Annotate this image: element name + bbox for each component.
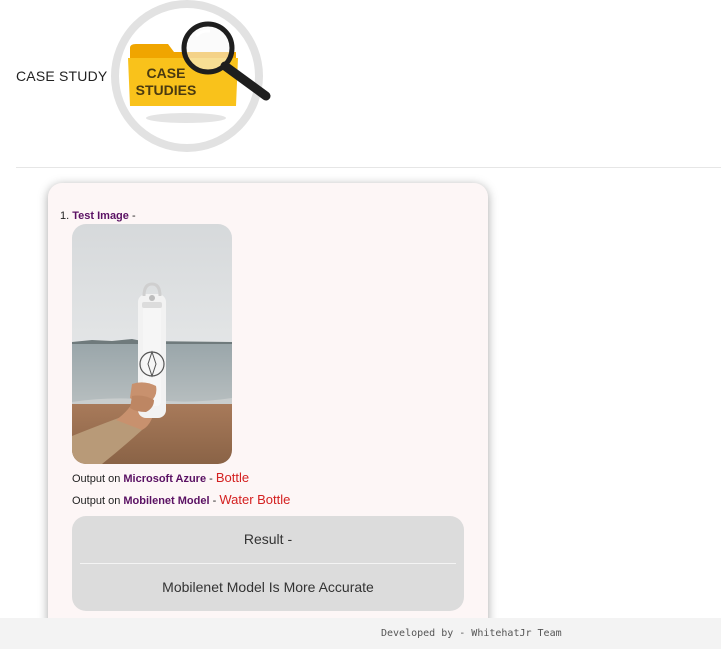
magnifier-folder-icon: CASE STUDIES bbox=[111, 0, 271, 152]
case-studies-logo: CASE STUDIES bbox=[108, 0, 278, 156]
logo-text-studies: STUDIES bbox=[136, 82, 197, 98]
test-image bbox=[72, 224, 232, 464]
output-line-azure: Output on Microsoft Azure - Bottle bbox=[72, 470, 249, 485]
output-prefix: Output on bbox=[72, 473, 124, 485]
test-image-suffix: - bbox=[128, 210, 136, 222]
output-value: Water Bottle bbox=[219, 492, 291, 507]
output-separator: - bbox=[209, 495, 220, 507]
water-bottle-photo bbox=[72, 224, 232, 464]
output-prefix: Output on bbox=[72, 495, 124, 507]
result-text: Mobilenet Model Is More Accurate bbox=[162, 579, 374, 595]
case-study-card: 1. Test Image - Output on Microsoft Azur… bbox=[48, 183, 488, 649]
test-image-heading: 1. Test Image - bbox=[60, 210, 136, 222]
result-title: Result - bbox=[243, 531, 293, 547]
output-model-name: Microsoft Azure bbox=[123, 473, 207, 485]
result-divider bbox=[80, 563, 456, 564]
output-model-name: Mobilenet Model bbox=[123, 495, 210, 507]
output-separator: - bbox=[206, 473, 216, 485]
header-divider bbox=[16, 167, 721, 168]
header: CASE STUDY CASE STUDIES bbox=[0, 0, 721, 168]
footer-credit: Developed by - WhitehatJr Team bbox=[381, 628, 562, 639]
page: CASE STUDY CASE STUDIES 1. Test Image - … bbox=[0, 0, 721, 649]
output-value: Bottle bbox=[215, 470, 250, 485]
test-image-label: Test Image bbox=[72, 210, 129, 222]
result-box: Result - Mobilenet Model Is More Accurat… bbox=[72, 516, 464, 611]
page-title: CASE STUDY bbox=[16, 68, 108, 84]
output-line-mobilenet: Output on Mobilenet Model - Water Bottle bbox=[72, 492, 290, 507]
list-number: 1. bbox=[60, 210, 70, 222]
footer: Developed by - WhitehatJr Team bbox=[0, 618, 721, 649]
logo-text-case: CASE bbox=[147, 65, 186, 81]
